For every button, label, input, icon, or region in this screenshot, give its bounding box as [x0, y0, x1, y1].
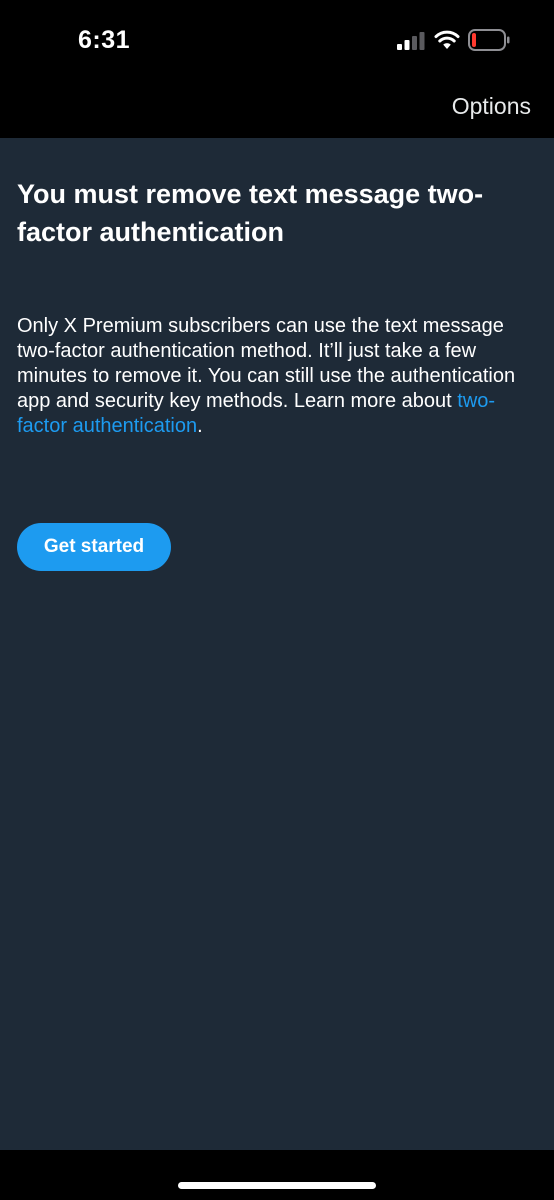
get-started-button[interactable]: Get started	[17, 523, 171, 571]
description-end: .	[197, 415, 203, 437]
description: Only X Premium subscribers can use the t…	[17, 314, 542, 439]
home-indicator[interactable]	[178, 1182, 376, 1189]
status-time: 6:31	[78, 26, 131, 54]
battery-icon	[468, 29, 510, 51]
screen: 6:31 Options You must remove text messag…	[0, 0, 554, 1200]
main-content: You must remove text message two-factor …	[0, 138, 554, 1150]
options-button[interactable]: Options	[452, 93, 531, 120]
top-bar: 6:31 Options	[0, 0, 554, 138]
description-text: Only X Premium subscribers can use the t…	[17, 315, 516, 412]
page-title: You must remove text message two-factor …	[17, 179, 484, 247]
wifi-icon	[434, 30, 460, 49]
bottom-bar	[0, 1150, 554, 1200]
signal-icon	[397, 32, 425, 50]
